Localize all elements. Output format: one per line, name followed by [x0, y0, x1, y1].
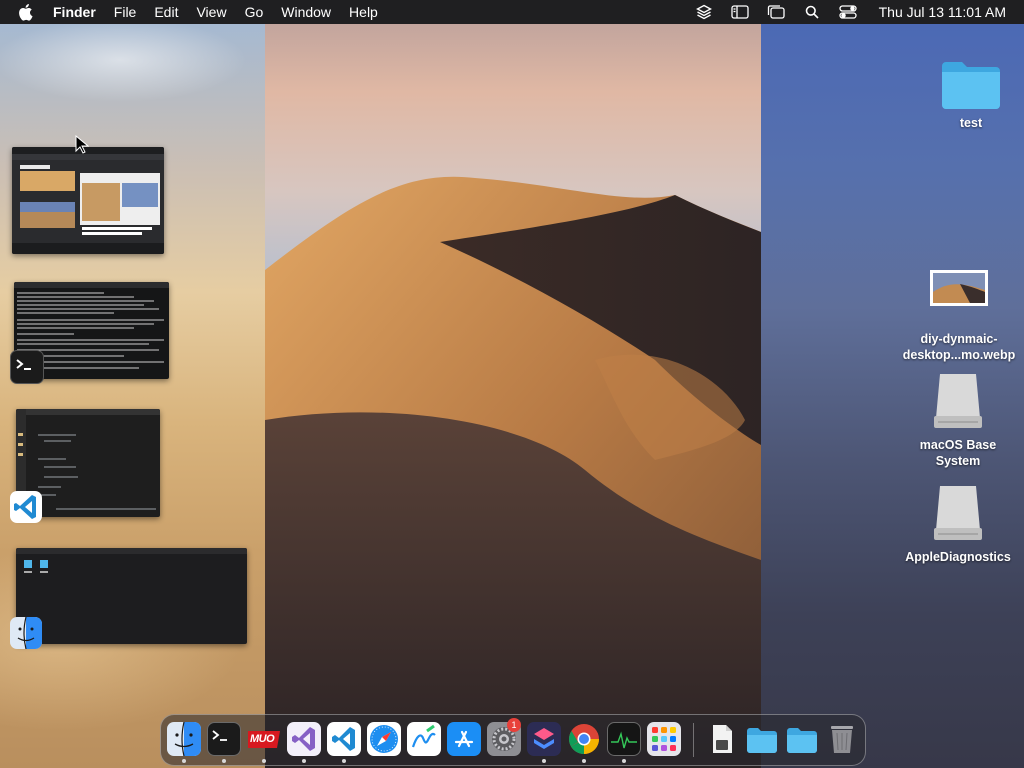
finder-icon	[10, 616, 42, 650]
freeform-icon[interactable]	[407, 722, 441, 756]
running-indicator	[582, 759, 586, 763]
muo-icon[interactable]: MUO	[246, 722, 282, 756]
menu-edit[interactable]: Edit	[154, 0, 178, 24]
shortcuts-icon[interactable]	[527, 722, 561, 756]
desktop-item-webp[interactable]: diy-dynmaic-desktop...mo.webp	[899, 270, 1019, 363]
muo-logo-text: MUO	[250, 733, 275, 745]
menu-go[interactable]: Go	[245, 0, 264, 24]
desktop-item-applediagnostics[interactable]: AppleDiagnostics	[898, 484, 1018, 565]
stage-window-chrome[interactable]	[12, 147, 164, 254]
safari-icon[interactable]	[367, 722, 401, 756]
running-indicator	[622, 759, 626, 763]
running-indicator	[302, 759, 306, 763]
finder-window-preview	[16, 548, 247, 644]
desktop-item-label: diy-dynmaic-desktop...mo.webp	[902, 332, 1016, 362]
desktop-item-label: test	[959, 116, 983, 130]
running-indicator	[542, 759, 546, 763]
menu-view[interactable]: View	[196, 0, 226, 24]
menu-clock[interactable]: Thu Jul 13 11:01 AM	[879, 4, 1006, 20]
menu-status-area: Thu Jul 13 11:01 AM	[677, 0, 1006, 24]
menu-bar: Finder File Edit View Go Window Help Thu…	[0, 0, 1024, 24]
stage-manager-icon[interactable]	[767, 4, 785, 20]
terminal-icon	[10, 350, 44, 384]
terminal-icon[interactable]	[207, 722, 241, 756]
launchpad-icon[interactable]	[647, 722, 681, 756]
running-indicator	[182, 759, 186, 763]
desktop-item-macos-base-system[interactable]: macOS Base System	[898, 372, 1018, 469]
menu-help[interactable]: Help	[349, 0, 378, 24]
menu-window[interactable]: Window	[281, 0, 331, 24]
desktop-wallpaper	[0, 0, 1024, 768]
folder-icon	[942, 62, 1000, 109]
apple-menu-icon[interactable]	[17, 3, 35, 21]
wallpaper-dune-image	[265, 0, 761, 768]
vscode-icon	[10, 491, 42, 523]
visual-studio-icon[interactable]	[287, 722, 321, 756]
trash-icon[interactable]	[825, 722, 859, 756]
desktop-item-label: macOS Base System	[919, 438, 997, 468]
sidebar-icon[interactable]	[730, 4, 749, 20]
folder-icon[interactable]	[745, 722, 779, 756]
disk-icon	[934, 374, 982, 428]
vscode-icon[interactable]	[327, 722, 361, 756]
desktop-item-label: AppleDiagnostics	[905, 550, 1011, 564]
running-indicator	[342, 759, 346, 763]
menu-file[interactable]: File	[114, 0, 137, 24]
chrome-icon[interactable]	[567, 722, 601, 756]
running-indicator	[222, 759, 226, 763]
layers-icon[interactable]	[695, 4, 713, 20]
control-center-icon[interactable]	[838, 4, 857, 20]
disk-icon	[934, 486, 982, 540]
stage-window-finder[interactable]	[16, 548, 247, 644]
finder-icon[interactable]	[167, 722, 201, 756]
chrome-window-preview	[12, 147, 164, 254]
folder-icon[interactable]	[785, 722, 819, 756]
menu-app-name[interactable]: Finder	[53, 0, 96, 24]
desktop-item-test[interactable]: test	[911, 58, 1024, 131]
running-indicator	[262, 759, 266, 763]
mouse-cursor-icon	[75, 135, 89, 154]
file-stack-icon[interactable]	[705, 722, 739, 756]
image-file-icon	[930, 270, 988, 306]
search-icon[interactable]	[803, 4, 821, 20]
notification-badge: 1	[507, 718, 521, 732]
dock: MUO 1	[160, 714, 866, 766]
dock-divider	[693, 723, 694, 757]
app-store-icon[interactable]	[447, 722, 481, 756]
activity-monitor-icon[interactable]	[607, 722, 641, 756]
